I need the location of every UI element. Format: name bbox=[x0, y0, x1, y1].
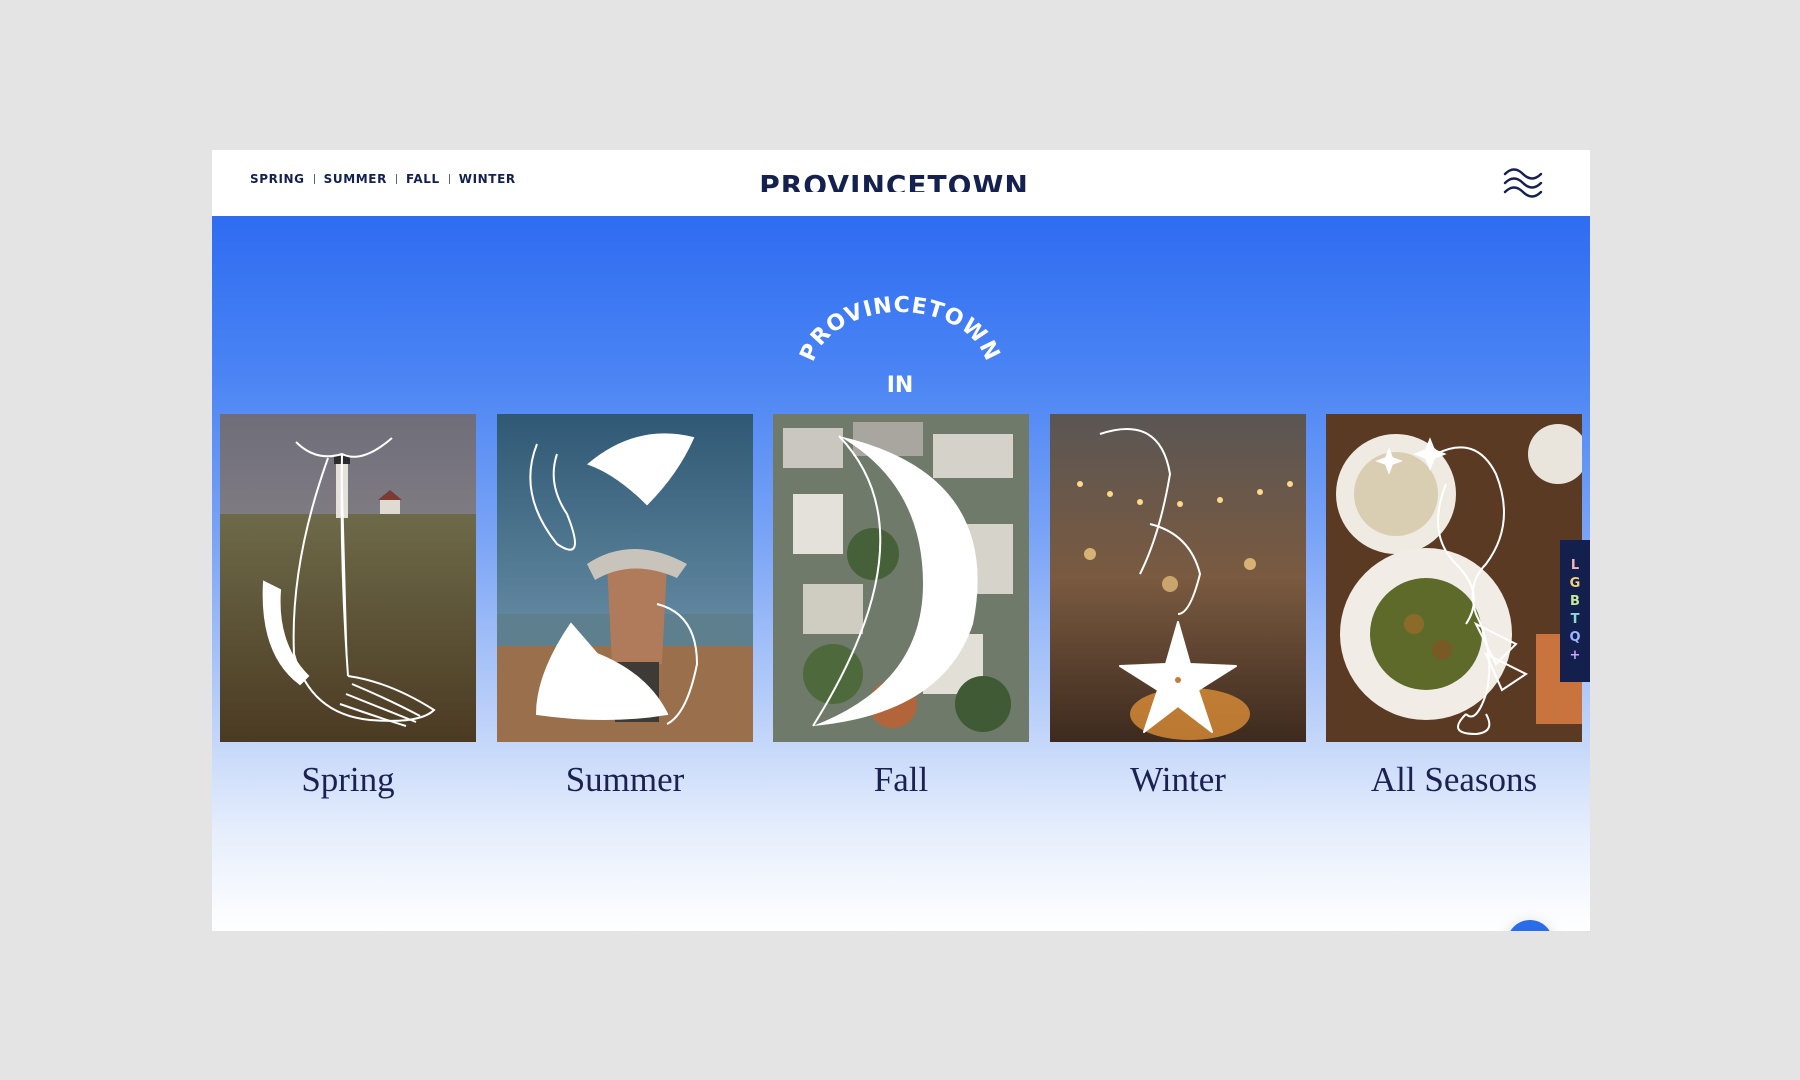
nav-link-fall[interactable]: FALL bbox=[406, 172, 440, 186]
lgbtq-letter: L bbox=[1570, 558, 1580, 573]
season-card-spring[interactable] bbox=[220, 414, 476, 742]
lgbtq-letter: G bbox=[1569, 576, 1581, 591]
menu-button[interactable] bbox=[1502, 166, 1544, 200]
nav-link-winter[interactable]: WINTER bbox=[459, 172, 516, 186]
season-card-all-seasons[interactable] bbox=[1326, 414, 1582, 742]
spring-photo bbox=[220, 414, 476, 742]
card-label-fall[interactable]: Fall bbox=[773, 760, 1029, 800]
hero-section: PROVINCETOWN IN Spring Summer Fall Winte… bbox=[212, 216, 1590, 931]
site-logo[interactable]: PROVINCETOWN bbox=[756, 168, 1032, 192]
nav-link-spring[interactable]: SPRING bbox=[250, 172, 305, 186]
card-label-all-seasons[interactable]: All Seasons bbox=[1326, 760, 1582, 800]
lgbtq-letter: Q bbox=[1569, 630, 1581, 645]
waves-menu-icon bbox=[1503, 168, 1543, 198]
winter-photo bbox=[1050, 414, 1306, 742]
card-label-winter[interactable]: Winter bbox=[1050, 760, 1306, 800]
nav-divider bbox=[313, 174, 315, 184]
provincetown-in-heading: PROVINCETOWN IN bbox=[795, 293, 1004, 398]
lgbtq-letter: B bbox=[1570, 594, 1580, 609]
card-label-spring[interactable]: Spring bbox=[220, 760, 476, 800]
fall-photo bbox=[773, 414, 1029, 742]
season-card-fall[interactable] bbox=[773, 414, 1029, 742]
all-seasons-photo bbox=[1326, 414, 1582, 742]
season-card-summer[interactable] bbox=[497, 414, 753, 742]
arc-title-text: PROVINCETOWN bbox=[795, 293, 1003, 365]
lgbtq-side-tab[interactable]: L G B T Q + bbox=[1560, 540, 1590, 682]
summer-photo bbox=[497, 414, 753, 742]
lgbtq-letter: T bbox=[1570, 612, 1580, 627]
nav-divider bbox=[448, 174, 450, 184]
nav-link-summer[interactable]: SUMMER bbox=[324, 172, 387, 186]
top-navigation-bar: SPRING SUMMER FALL WINTER PROVINCETOWN bbox=[212, 150, 1590, 216]
scroll-to-top-button[interactable] bbox=[1507, 920, 1553, 931]
season-card-winter[interactable] bbox=[1050, 414, 1306, 742]
svg-text:PROVINCETOWN: PROVINCETOWN bbox=[795, 293, 1004, 365]
card-label-summer[interactable]: Summer bbox=[497, 760, 753, 800]
lgbtq-letter: + bbox=[1569, 648, 1581, 663]
arc-subtitle-text: IN bbox=[887, 373, 914, 398]
browser-frame: SPRING SUMMER FALL WINTER PROVINCETOWN P… bbox=[212, 150, 1590, 931]
nav-divider bbox=[395, 174, 397, 184]
season-nav: SPRING SUMMER FALL WINTER bbox=[250, 172, 516, 186]
